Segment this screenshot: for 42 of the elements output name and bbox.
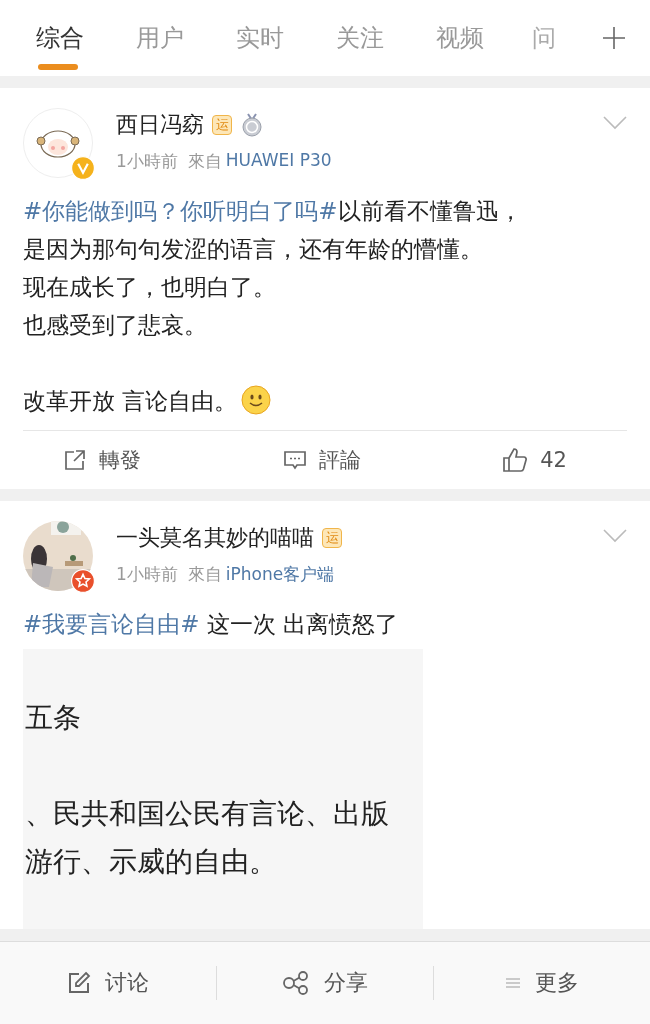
hashtag-link[interactable]: #你能做到吗？你听明白了吗# [23, 198, 338, 224]
post-text: #你能做到吗？你听明白了吗#以前看不懂鲁迅， [23, 197, 523, 226]
image-text: 、民共和国公民有言论、出版 [25, 796, 390, 832]
tab[interactable]: 综合 [10, 0, 110, 76]
post-text: 是因为那句句发涩的语言，还有年龄的懵懂。 [23, 235, 484, 264]
post-text: 现在成长了，也明白了。 [23, 273, 277, 302]
like-button[interactable]: 42 [502, 431, 567, 489]
add-icon[interactable] [602, 26, 626, 50]
sheep-avatar-icon[interactable] [23, 108, 93, 178]
discuss-button[interactable]: 讨论 [0, 942, 216, 1024]
menu-icon [505, 976, 521, 990]
source-link[interactable]: iPhone客户端 [225, 563, 335, 586]
source-link[interactable]: HUAWEI P30 [225, 150, 332, 173]
document-image[interactable]: 五条 、民共和国公民有言论、出版 游行、示威的自由。 [23, 649, 423, 929]
share-button[interactable]: 分享 [217, 942, 433, 1024]
share-arrow-icon [63, 448, 87, 472]
source-label: 來自 [187, 150, 222, 173]
level-badge: 运 [322, 528, 342, 548]
chevron-down-icon[interactable] [603, 529, 627, 543]
image-text: 游行、示威的自由。 [25, 844, 278, 880]
post-text: #我要言论自由# 这一次 出离愤怒了 [23, 610, 400, 639]
thumbs-up-icon [502, 447, 529, 473]
image-text: 五条 [25, 700, 82, 736]
post-time: 1小時前 [116, 150, 178, 173]
source-label: 來自 [187, 563, 222, 586]
post-text: 也感受到了悲哀。 [23, 311, 208, 340]
author-name[interactable]: 西日冯窈 [116, 110, 204, 140]
level-badge: 运 [212, 115, 232, 135]
share-icon [282, 971, 310, 995]
post-text: 改革开放 言论自由。 [23, 382, 627, 420]
chevron-down-icon[interactable] [603, 116, 627, 130]
smile-emoji-icon [241, 385, 272, 415]
hashtag-link[interactable]: #我要言论自由# [23, 611, 200, 637]
post-time: 1小時前 [116, 563, 178, 586]
author-name[interactable]: 一头莫名其妙的喵喵 [116, 523, 314, 553]
active-tab-indicator [38, 64, 78, 70]
medal-icon [240, 113, 264, 137]
repost-button[interactable]: 轉發 [63, 431, 141, 489]
edit-icon [67, 971, 91, 995]
comment-icon [282, 448, 307, 472]
more-button[interactable]: 更多 [434, 942, 650, 1024]
comment-button[interactable]: 評論 [282, 431, 361, 489]
